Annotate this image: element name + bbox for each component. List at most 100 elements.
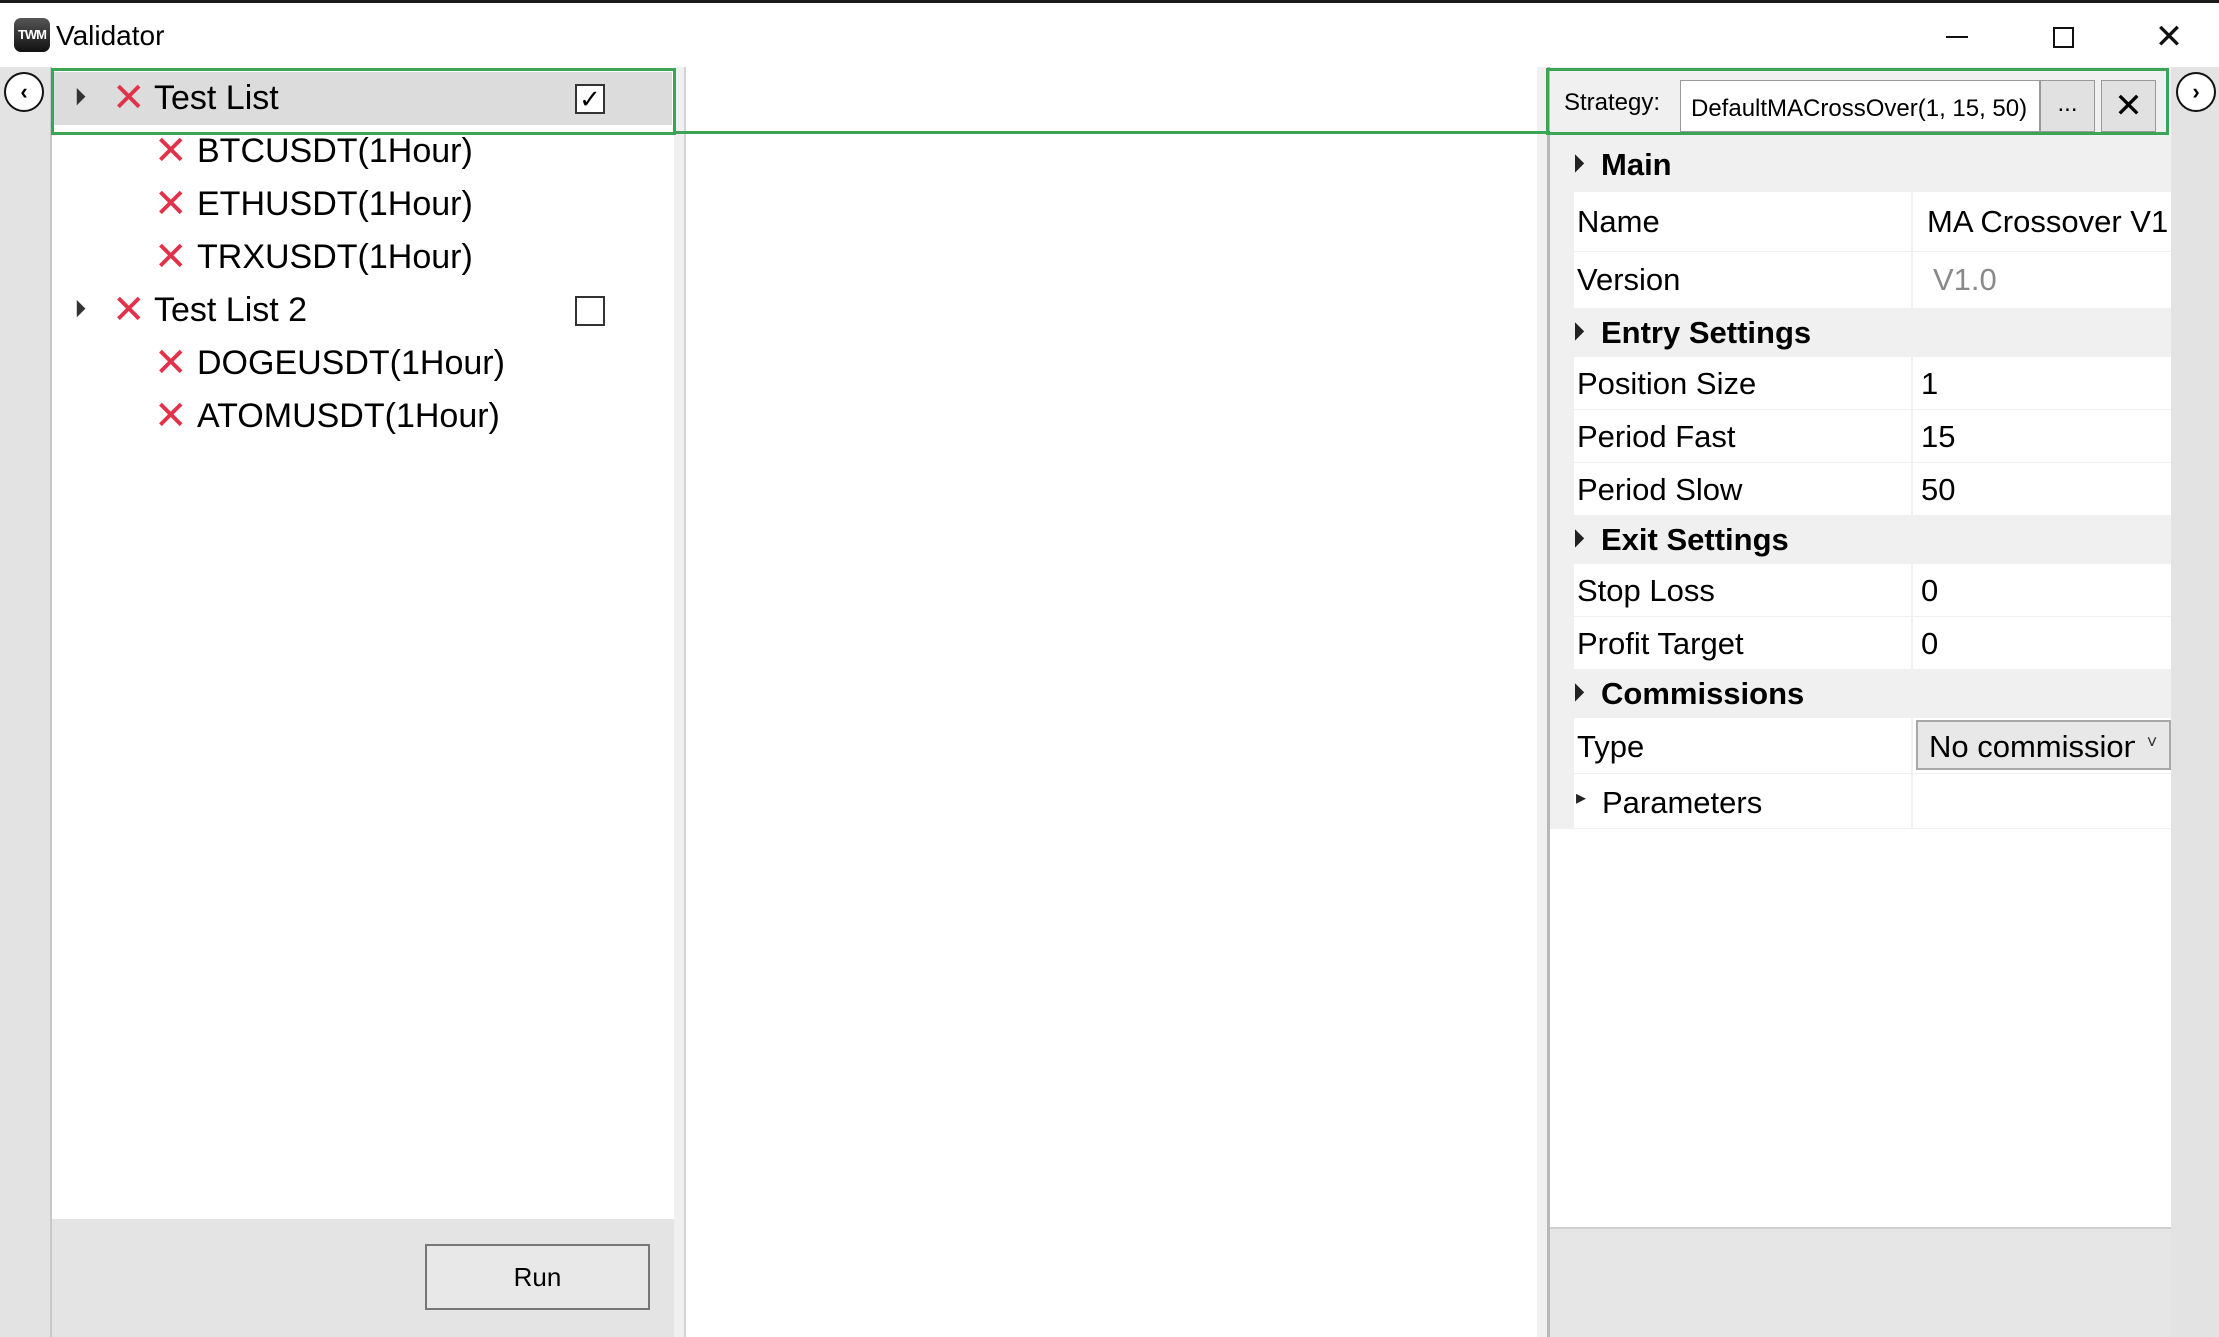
- tree-node-label: Test List 2: [154, 291, 308, 329]
- property-value-cell: V1.0: [1913, 252, 2171, 308]
- property-value: 1: [1921, 366, 1939, 401]
- property-value-cell[interactable]: 0: [1913, 564, 2171, 616]
- error-x-icon: ✕: [154, 182, 188, 226]
- browse-strategy-button[interactable]: ...: [2040, 80, 2095, 132]
- tree-item[interactable]: ✕ ATOMUSDT(1Hour): [52, 390, 672, 443]
- property-name-cell: Type: [1574, 718, 1911, 773]
- tree-item-label: DOGEUSDT(1Hour): [197, 344, 505, 382]
- error-x-icon: ✕: [154, 341, 188, 385]
- collapse-right-button[interactable]: ›: [2176, 72, 2216, 112]
- property-name-cell: Period Slow: [1574, 463, 1911, 515]
- property-name: Position Size: [1577, 366, 1757, 401]
- expand-arrow-icon[interactable]: ◢: [1563, 680, 1586, 703]
- tree-item-label: ETHUSDT(1Hour): [197, 185, 473, 223]
- right-rail: ›: [2171, 67, 2219, 1337]
- property-name-cell: Period Fast: [1574, 410, 1911, 462]
- property-row-stop-loss[interactable]: Stop Loss 0: [1550, 564, 2171, 617]
- maximize-icon: [2052, 26, 2074, 48]
- expand-arrow-icon[interactable]: ◢: [65, 297, 88, 320]
- tree-item[interactable]: ✕ TRXUSDT(1Hour): [52, 231, 672, 284]
- test-list-checkbox[interactable]: ✓: [575, 84, 605, 114]
- tree-node-label: Test List: [154, 79, 279, 117]
- strategy-field[interactable]: DefaultMACrossOver(1, 15, 50): [1680, 80, 2040, 132]
- tree-item-label: ATOMUSDT(1Hour): [197, 397, 500, 435]
- property-name-cell: Profit Target: [1574, 617, 1911, 669]
- property-row-parameters[interactable]: ▸ Parameters: [1550, 774, 2171, 829]
- property-value-cell[interactable]: 0: [1913, 617, 2171, 669]
- property-name: Type: [1577, 729, 1645, 764]
- property-row-type[interactable]: Type No commission ˅: [1550, 718, 2171, 774]
- property-value-cell[interactable]: 15: [1913, 410, 2171, 462]
- chevron-right-icon: ›: [2192, 79, 2200, 104]
- category-label: Entry Settings: [1601, 315, 1812, 350]
- property-name-cell: ▸ Parameters: [1574, 774, 1911, 828]
- error-x-icon: ✕: [112, 288, 146, 332]
- property-name-cell: Stop Loss: [1574, 564, 1911, 616]
- property-row-period-slow[interactable]: Period Slow 50: [1550, 463, 2171, 516]
- dropdown-selected-value: No commission: [1929, 729, 2141, 764]
- property-row-position-size[interactable]: Position Size 1: [1550, 357, 2171, 410]
- tree-node-test-list[interactable]: ◢ ✕ Test List ✓: [52, 72, 672, 125]
- chevron-down-icon: ˅: [2135, 722, 2169, 768]
- property-name: Version: [1577, 262, 1681, 297]
- test-list-2-checkbox[interactable]: [575, 296, 605, 326]
- close-window-button[interactable]: ✕: [2119, 6, 2219, 68]
- maximize-button[interactable]: [2013, 6, 2113, 68]
- property-value: 50: [1921, 472, 1956, 507]
- property-value-cell[interactable]: 50: [1913, 463, 2171, 515]
- run-button[interactable]: Run: [425, 1244, 650, 1310]
- property-value: 0: [1921, 626, 1939, 661]
- property-name: Parameters: [1602, 785, 1763, 820]
- category-exit-settings[interactable]: ◢ Exit Settings: [1550, 516, 2171, 564]
- strategy-label: Strategy:: [1564, 89, 1661, 116]
- property-row-version[interactable]: Version V1.0: [1550, 252, 2171, 309]
- tree-node-test-list-2[interactable]: ◢ ✕ Test List 2: [52, 284, 672, 337]
- property-name: Period Slow: [1577, 472, 1743, 507]
- tree-item-label: TRXUSDT(1Hour): [197, 238, 473, 276]
- results-panel: [684, 67, 1537, 1337]
- collapse-left-button[interactable]: ‹: [4, 72, 44, 112]
- app-body: ‹ ◢ ✕ Test List ✓ ✕ BTCUSDT(1Hour) ✕ ETH…: [0, 67, 2219, 1337]
- property-row-profit-target[interactable]: Profit Target 0: [1550, 617, 2171, 670]
- expand-right-arrow-icon[interactable]: ▸: [1576, 785, 1586, 810]
- property-name: Profit Target: [1577, 626, 1744, 661]
- title-bar: TWM Validator ✕: [0, 0, 2219, 67]
- minimize-icon: [1946, 36, 1968, 38]
- property-name-cell: Name: [1574, 192, 1911, 251]
- tree-item-label: BTCUSDT(1Hour): [197, 132, 473, 170]
- property-name: Stop Loss: [1577, 573, 1715, 608]
- category-label: Main: [1601, 147, 1672, 182]
- tree-item[interactable]: ✕ BTCUSDT(1Hour): [52, 125, 672, 178]
- category-main[interactable]: ◢ Main: [1550, 137, 2171, 192]
- property-value-cell[interactable]: No commission ˅: [1913, 718, 2171, 773]
- strategy-value: DefaultMACrossOver(1, 15, 50): [1691, 95, 2028, 122]
- property-row-name[interactable]: Name MA Crossover V1: [1550, 192, 2171, 252]
- category-commissions[interactable]: ◢ Commissions: [1550, 670, 2171, 718]
- tree-item[interactable]: ✕ DOGEUSDT(1Hour): [52, 337, 672, 390]
- strategy-panel: Strategy: DefaultMACrossOver(1, 15, 50) …: [1547, 67, 2171, 1337]
- window-title: Validator: [56, 20, 165, 51]
- expand-arrow-icon[interactable]: ◢: [1563, 319, 1586, 342]
- left-rail: ‹: [0, 67, 50, 1337]
- left-panel-footer: Run: [52, 1219, 674, 1337]
- property-row-period-fast[interactable]: Period Fast 15: [1550, 410, 2171, 463]
- clear-strategy-button[interactable]: ✕: [2101, 80, 2156, 132]
- property-name: Period Fast: [1577, 419, 1736, 454]
- category-label: Exit Settings: [1601, 522, 1789, 557]
- error-x-icon: ✕: [154, 235, 188, 279]
- expand-arrow-icon[interactable]: ◢: [65, 85, 88, 108]
- error-x-icon: ✕: [154, 129, 188, 173]
- property-value: MA Crossover V1: [1927, 204, 2169, 239]
- expand-arrow-icon[interactable]: ◢: [1563, 526, 1586, 549]
- expand-arrow-icon[interactable]: ◢: [1563, 151, 1586, 174]
- tree-item[interactable]: ✕ ETHUSDT(1Hour): [52, 178, 672, 231]
- property-value: 15: [1921, 419, 1956, 454]
- property-value-cell[interactable]: 1: [1913, 357, 2171, 409]
- minimize-button[interactable]: [1907, 6, 2007, 68]
- property-value-cell[interactable]: MA Crossover V1: [1913, 192, 2171, 251]
- close-icon: ✕: [2154, 18, 2184, 56]
- error-x-icon: ✕: [154, 394, 188, 438]
- category-entry-settings[interactable]: ◢ Entry Settings: [1550, 309, 2171, 357]
- close-icon: ✕: [2114, 87, 2143, 125]
- commission-type-dropdown[interactable]: No commission ˅: [1916, 720, 2171, 770]
